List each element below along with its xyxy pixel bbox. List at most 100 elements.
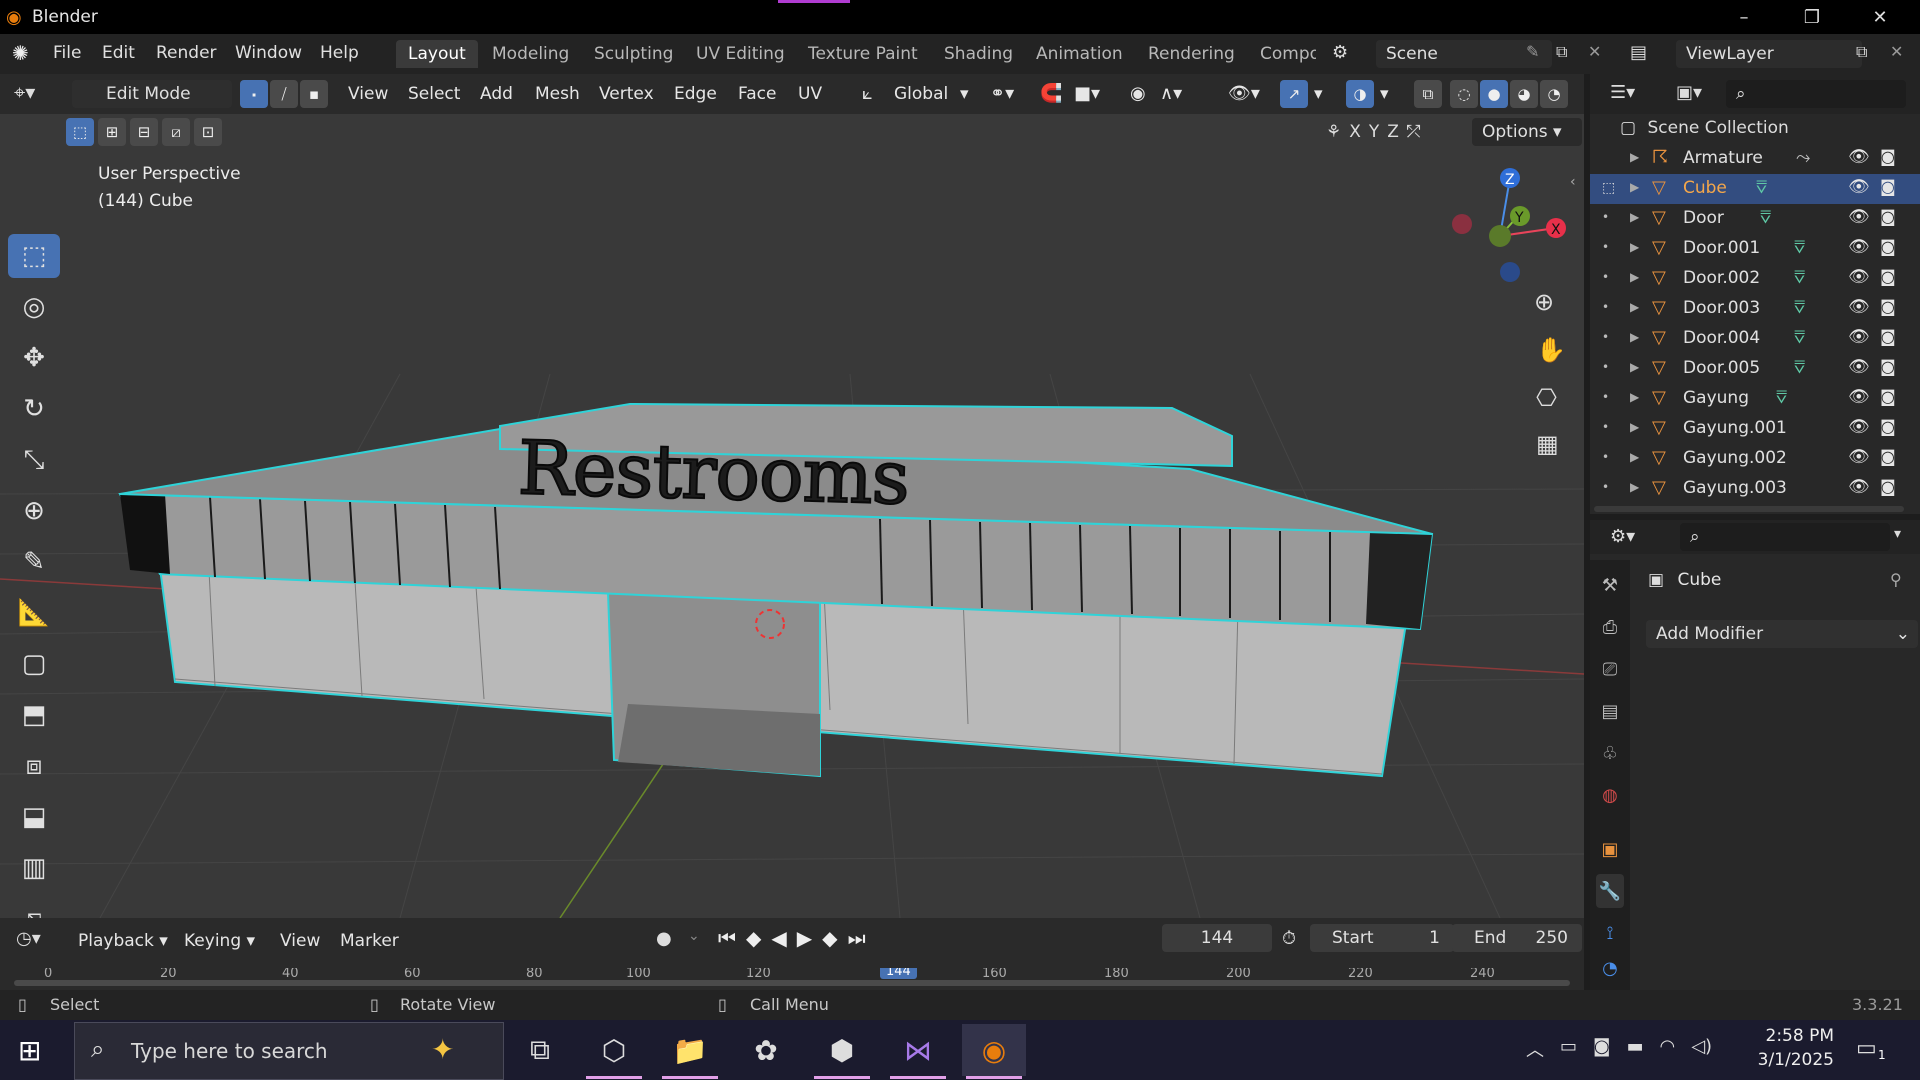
outliner-row-gayung-002[interactable]: • ▶ ▽ Gayung.002 👁 ◙ bbox=[1590, 444, 1920, 474]
timeline-ruler[interactable]: 0 20 40 60 80 100 120 144 160 180 200 22… bbox=[14, 968, 1570, 988]
menu-window[interactable]: Window bbox=[235, 43, 302, 63]
orientation-chevron-icon[interactable]: ▾ bbox=[960, 80, 969, 108]
menu-mesh[interactable]: Mesh bbox=[535, 80, 580, 108]
outliner-scrollbar[interactable] bbox=[1594, 506, 1904, 512]
delete-scene-icon[interactable]: ✕ bbox=[1588, 42, 1601, 61]
tab-uv-editing[interactable]: UV Editing bbox=[684, 40, 797, 68]
mirror-y-button[interactable]: Y bbox=[1369, 122, 1379, 142]
eye-icon[interactable]: 👁 bbox=[1848, 477, 1870, 497]
xray-toggle-icon[interactable]: ⧉ bbox=[1414, 80, 1442, 108]
unity-icon[interactable]: ⬢ bbox=[810, 1024, 874, 1076]
taskbar-search-box[interactable]: ⌕ Type here to search ✦ bbox=[74, 1022, 504, 1080]
start-frame-field[interactable]: Start 1 bbox=[1310, 924, 1454, 952]
new-viewlayer-icon[interactable]: ⧉ bbox=[1856, 42, 1867, 62]
scene-collection-row[interactable]: ▢ Scene Collection bbox=[1620, 118, 1789, 138]
transform-orientation-icon[interactable]: ⟀ bbox=[862, 80, 873, 108]
record-chevron-icon[interactable]: ⌄ bbox=[688, 928, 700, 944]
outliner-row-door-003[interactable]: • ▶ ▽ Door.003 ⩢ 👁 ◙ bbox=[1590, 294, 1920, 324]
camera-icon[interactable]: ◙ bbox=[1880, 357, 1896, 376]
eye-icon[interactable]: 👁 bbox=[1848, 327, 1870, 347]
mirror-z-button[interactable]: Z bbox=[1387, 122, 1399, 142]
camera-icon[interactable]: ◙ bbox=[1880, 237, 1896, 256]
viewlayer-icon[interactable]: ▤ bbox=[1630, 42, 1647, 63]
outliner-row-gayung-001[interactable]: • ▶ ▽ Gayung.001 👁 ◙ bbox=[1590, 414, 1920, 444]
overlay-chevron-icon[interactable]: ▾ bbox=[1380, 80, 1389, 108]
minimize-button[interactable]: – bbox=[1716, 0, 1772, 34]
wifi-icon[interactable]: ◠ bbox=[1660, 1036, 1676, 1062]
material-shading-icon[interactable]: ◕ bbox=[1510, 80, 1538, 108]
options-dropdown[interactable]: Options ▾ bbox=[1472, 118, 1582, 146]
windows-start-icon[interactable]: ⊞ bbox=[18, 1034, 41, 1067]
transform-tool-icon[interactable]: ⊕ bbox=[8, 489, 60, 533]
perspective-toggle-icon[interactable]: ▦ bbox=[1536, 430, 1559, 458]
world-tab-icon[interactable]: ◍ bbox=[1596, 778, 1624, 812]
edge-select-icon[interactable]: ⧸ bbox=[270, 80, 298, 108]
blender-taskbar-icon[interactable]: ◉ bbox=[962, 1024, 1026, 1076]
next-keyframe-icon[interactable]: ◆ bbox=[822, 926, 837, 950]
view-layer-tab-icon[interactable]: ▤ bbox=[1596, 694, 1624, 728]
mode-dropdown[interactable]: Edit Mode bbox=[72, 80, 232, 108]
tab-shading[interactable]: Shading bbox=[932, 40, 1025, 68]
menu-edge[interactable]: Edge bbox=[674, 80, 717, 108]
eye-icon[interactable]: 👁 bbox=[1848, 387, 1870, 407]
overlay-toggle-icon[interactable]: ◑ bbox=[1346, 80, 1374, 108]
rotate-tool-icon[interactable]: ↻ bbox=[8, 387, 60, 431]
select-extend-icon[interactable]: ⊞ bbox=[98, 118, 126, 146]
physics-tab-icon[interactable]: ◔ bbox=[1596, 956, 1624, 980]
falloff-icon[interactable]: ∧▾ bbox=[1160, 80, 1182, 108]
camera-icon[interactable]: ◙ bbox=[1880, 477, 1896, 496]
select-tool-icon[interactable]: ⬚ bbox=[8, 234, 60, 278]
current-frame-field[interactable]: 144 bbox=[1162, 924, 1272, 952]
camera-icon[interactable]: ◙ bbox=[1880, 177, 1896, 196]
playhead[interactable]: 144 bbox=[880, 968, 917, 979]
3d-viewport[interactable]: Z Y X Restrooms User Perspective (144) C… bbox=[0, 74, 1584, 918]
jump-end-icon[interactable]: ⏭ bbox=[848, 926, 866, 950]
unity-hub-icon[interactable]: ⬡ bbox=[582, 1024, 646, 1076]
preview-range-icon[interactable]: ⏱ bbox=[1282, 928, 1296, 949]
proportional-edit-icon[interactable]: ◉ bbox=[1130, 80, 1146, 108]
menu-view[interactable]: View bbox=[348, 80, 388, 108]
measure-tool-icon[interactable]: 📐 bbox=[8, 591, 60, 635]
move-tool-icon[interactable]: ✥ bbox=[8, 336, 60, 380]
display-mode-icon[interactable]: ▣▾ bbox=[1676, 82, 1702, 103]
pin-icon[interactable]: ✎ bbox=[1526, 42, 1539, 61]
menu-select[interactable]: Select bbox=[408, 80, 460, 108]
tab-layout[interactable]: Layout bbox=[396, 40, 478, 68]
menu-uv[interactable]: UV bbox=[798, 80, 822, 108]
render-tab-icon[interactable]: ⎙ bbox=[1596, 610, 1624, 644]
record-keyframe-icon[interactable]: ● bbox=[656, 928, 672, 949]
menu-help[interactable]: Help bbox=[320, 43, 359, 63]
end-frame-field[interactable]: End 250 bbox=[1452, 924, 1582, 952]
outliner-row-door-004[interactable]: • ▶ ▽ Door.004 ⩢ 👁 ◙ bbox=[1590, 324, 1920, 354]
timeline-editor-icon[interactable]: ◷▾ bbox=[16, 928, 41, 949]
tab-modeling[interactable]: Modeling bbox=[480, 40, 581, 68]
camera-view-icon[interactable]: ⎔ bbox=[1536, 384, 1557, 412]
camera-icon[interactable]: ◙ bbox=[1880, 147, 1896, 166]
blender-menu-icon[interactable]: ✺ bbox=[12, 41, 29, 65]
add-modifier-dropdown[interactable]: Add Modifier ⌄ bbox=[1646, 620, 1918, 648]
close-button[interactable]: ✕ bbox=[1852, 0, 1908, 34]
volume-icon[interactable]: ◁) bbox=[1691, 1036, 1712, 1062]
gizmo-chevron-icon[interactable]: ▾ bbox=[1314, 80, 1323, 108]
file-explorer-icon[interactable]: 📁 bbox=[658, 1024, 722, 1076]
camera-icon[interactable]: ◙ bbox=[1880, 297, 1896, 316]
scene-tab-icon[interactable]: ♧ bbox=[1596, 736, 1624, 770]
object-tab-icon[interactable]: ▣ bbox=[1596, 832, 1624, 866]
eye-icon[interactable]: 👁 bbox=[1848, 207, 1870, 227]
pin-icon[interactable]: ⚲ bbox=[1890, 570, 1902, 589]
editor-type-icon[interactable]: ⌖▾ bbox=[14, 80, 35, 104]
camera-icon[interactable]: ◙ bbox=[1880, 267, 1896, 286]
eye-icon[interactable]: 👁 bbox=[1848, 357, 1870, 377]
eye-icon[interactable]: 👁 bbox=[1848, 177, 1870, 197]
menu-vertex[interactable]: Vertex bbox=[599, 80, 654, 108]
outliner-row-door-005[interactable]: • ▶ ▽ Door.005 ⩢ 👁 ◙ bbox=[1590, 354, 1920, 384]
snap-icon[interactable]: 🧲 bbox=[1040, 80, 1062, 108]
tool-tab-icon[interactable]: ⚒ bbox=[1596, 568, 1624, 602]
camera-icon[interactable]: ◙ bbox=[1880, 447, 1896, 466]
transform-orientation-dropdown[interactable]: Global bbox=[894, 80, 948, 108]
wireframe-shading-icon[interactable]: ◌ bbox=[1450, 80, 1478, 108]
visibility-icon[interactable]: 👁▾ bbox=[1228, 80, 1260, 108]
play-reverse-icon[interactable]: ◀ bbox=[771, 926, 786, 950]
gizmo-neg-x-handle[interactable] bbox=[1452, 214, 1472, 234]
camera-icon[interactable]: ◙ bbox=[1880, 387, 1896, 406]
